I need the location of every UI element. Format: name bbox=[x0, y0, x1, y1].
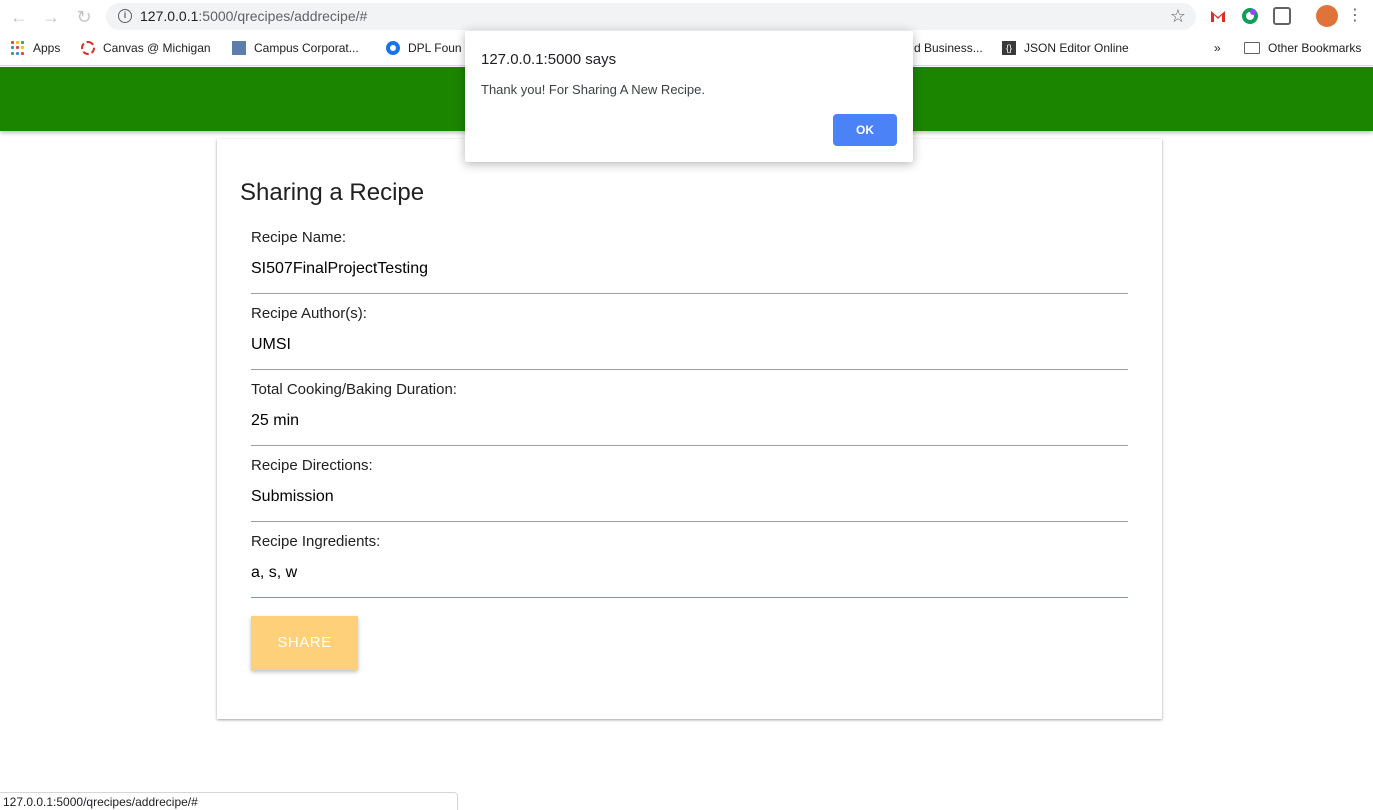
campus-site-icon bbox=[232, 41, 246, 55]
bookmark-json-editor[interactable]: {} JSON Editor Online bbox=[1002, 41, 1129, 55]
bookmark-canvas[interactable]: Canvas @ Michigan bbox=[81, 41, 211, 55]
input-underline bbox=[251, 293, 1128, 294]
recipe-form-card: Sharing a Recipe Recipe Name: SI507Final… bbox=[217, 139, 1162, 719]
form-title: Sharing a Recipe bbox=[240, 179, 425, 206]
directions-field: Recipe Directions: Submission bbox=[251, 457, 1128, 522]
dpl-icon bbox=[386, 41, 400, 55]
bookmark-label: Apps bbox=[33, 41, 61, 55]
reload-icon[interactable]: ↻ bbox=[73, 6, 95, 28]
other-bookmarks[interactable]: Other Bookmarks bbox=[1244, 41, 1361, 55]
forward-arrow-icon[interactable]: → bbox=[40, 6, 62, 28]
profile-avatar[interactable] bbox=[1316, 5, 1338, 27]
bookmark-label: d Business... bbox=[914, 41, 983, 55]
dialog-title: 127.0.0.1:5000 says bbox=[481, 51, 617, 68]
bookmark-dpl[interactable]: DPL Foun bbox=[386, 41, 462, 55]
bookmark-business[interactable]: d Business... bbox=[914, 41, 983, 55]
canvas-icon bbox=[81, 41, 95, 55]
bookmark-label: Canvas @ Michigan bbox=[103, 41, 211, 55]
recipe-author-input[interactable]: UMSI bbox=[251, 336, 1128, 360]
browser-toolbar: ← → ↻ i 127.0.0.1:5000/qrecipes/addrecip… bbox=[0, 0, 1373, 33]
hangouts-extension-icon[interactable] bbox=[1241, 7, 1259, 25]
line-extension-icon[interactable] bbox=[1273, 7, 1291, 25]
share-button[interactable]: SHARE bbox=[251, 616, 358, 670]
recipe-name-input[interactable]: SI507FinalProjectTesting bbox=[251, 260, 1128, 284]
apps-grid-icon bbox=[11, 41, 25, 55]
ok-button[interactable]: OK bbox=[833, 114, 897, 146]
field-label: Recipe Ingredients: bbox=[251, 533, 381, 550]
recipe-author-field: Recipe Author(s): UMSI bbox=[251, 305, 1128, 370]
bookmark-label: Other Bookmarks bbox=[1268, 41, 1362, 55]
input-underline bbox=[251, 445, 1128, 446]
status-bar: 127.0.0.1:5000/qrecipes/addrecipe/# bbox=[0, 792, 458, 810]
status-url: 127.0.0.1:5000/qrecipes/addrecipe/# bbox=[3, 795, 198, 809]
address-bar[interactable]: i 127.0.0.1:5000/qrecipes/addrecipe/# ☆ bbox=[106, 3, 1196, 30]
bookmark-label: Campus Corporat... bbox=[254, 41, 359, 55]
bookmark-label: JSON Editor Online bbox=[1024, 41, 1129, 55]
input-underline bbox=[251, 369, 1128, 370]
back-arrow-icon[interactable]: ← bbox=[8, 6, 30, 28]
field-label: Recipe Author(s): bbox=[251, 305, 367, 322]
json-braces-icon: {} bbox=[1002, 41, 1016, 55]
bookmarks-overflow-button[interactable]: » bbox=[1214, 41, 1221, 55]
ingredients-field: Recipe Ingredients: a, s, w bbox=[251, 533, 1128, 598]
bookmark-campus-corporate[interactable]: Campus Corporat... bbox=[232, 41, 359, 55]
duration-input[interactable]: 25 min bbox=[251, 412, 1128, 436]
bookmark-star-icon[interactable]: ☆ bbox=[1170, 6, 1186, 27]
input-underline bbox=[251, 521, 1128, 522]
ingredients-input[interactable]: a, s, w bbox=[251, 564, 1128, 588]
alert-dialog: 127.0.0.1:5000 says Thank you! For Shari… bbox=[465, 31, 913, 162]
field-label: Total Cooking/Baking Duration: bbox=[251, 381, 457, 398]
browser-menu-icon[interactable]: ⋮ bbox=[1347, 6, 1363, 26]
directions-input[interactable]: Submission bbox=[251, 488, 1128, 512]
input-underline bbox=[251, 597, 1128, 598]
bookmark-label: DPL Foun bbox=[408, 41, 462, 55]
folder-icon bbox=[1244, 42, 1260, 54]
duration-field: Total Cooking/Baking Duration: 25 min bbox=[251, 381, 1128, 446]
field-label: Recipe Name: bbox=[251, 229, 347, 246]
dialog-message: Thank you! For Sharing A New Recipe. bbox=[481, 82, 706, 97]
field-label: Recipe Directions: bbox=[251, 457, 373, 474]
site-info-icon[interactable]: i bbox=[118, 9, 132, 23]
recipe-name-field: Recipe Name: SI507FinalProjectTesting bbox=[251, 229, 1128, 294]
bookmark-apps[interactable]: Apps bbox=[11, 41, 60, 55]
gmail-icon[interactable] bbox=[1209, 7, 1227, 25]
address-url: 127.0.0.1:5000/qrecipes/addrecipe/# bbox=[140, 8, 368, 24]
